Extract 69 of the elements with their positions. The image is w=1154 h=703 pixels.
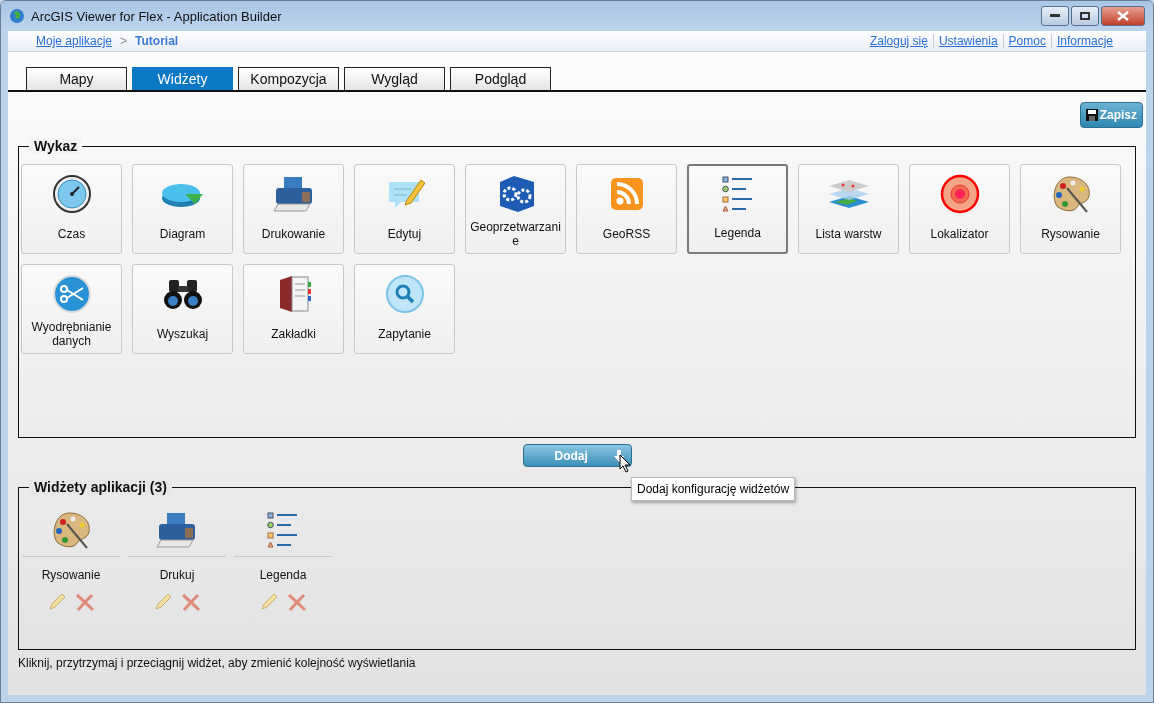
target-icon [939, 174, 980, 214]
tab[interactable]: Widżety [132, 67, 233, 90]
breadcrumb-link[interactable]: Moje aplikacje [36, 34, 113, 48]
widget-label: Lokalizator [930, 226, 989, 241]
widget-label: Wyszukaj [156, 326, 209, 341]
widget-label: Zakładki [271, 326, 316, 341]
widget-tile[interactable]: Lista warstw [798, 164, 899, 254]
legend-list-icon [267, 510, 299, 550]
widget-tile[interactable]: Diagram [132, 164, 233, 254]
widget-label: Rysowanie [1041, 226, 1100, 241]
widget-tile[interactable]: Wyszukaj [132, 264, 233, 354]
widget-label: Legenda [714, 226, 761, 240]
mouse-cursor-icon [619, 454, 631, 473]
minimize-icon [1050, 14, 1060, 18]
widget-label: Legenda [259, 568, 307, 582]
delete-icon[interactable] [181, 592, 201, 612]
widget-tile[interactable]: Legenda [687, 164, 788, 254]
widget-tile[interactable]: Zapytanie [354, 264, 455, 354]
header-link[interactable]: Pomoc [1002, 34, 1051, 48]
header-link[interactable]: Zaloguj się [864, 34, 933, 48]
hint-text: Kliknij, przytrzymaj i przeciągnij widżet, aby zmienić kolejność wyświetlania [18, 656, 417, 670]
widget-label: GeoRSS [602, 226, 651, 241]
pencil-icon[interactable] [47, 592, 67, 612]
tab[interactable]: Kompozycja [238, 67, 339, 90]
widget-label: Czas [57, 226, 86, 241]
widget-label: Drukowanie [261, 226, 326, 241]
widget-label: Lista warstw [815, 226, 882, 241]
widget-tile[interactable]: Drukowanie [243, 164, 344, 254]
legend-list-icon [721, 174, 754, 214]
delete-icon[interactable] [75, 592, 95, 612]
section-title: Widżety aplikacji (3) [29, 479, 172, 495]
widget-tile[interactable]: Czas [21, 164, 122, 254]
close-button[interactable] [1101, 6, 1145, 26]
tab[interactable]: Mapy [26, 67, 127, 90]
widget-tile[interactable]: Zakładki [243, 264, 344, 354]
tab[interactable]: Wygląd [344, 67, 445, 90]
widget-label: Zapytanie [378, 326, 431, 341]
header-link[interactable]: Informacje [1050, 34, 1118, 48]
section-title: Wykaz [29, 138, 83, 154]
widget-label: Geoprzetwarzanie [469, 219, 562, 248]
close-icon [1117, 11, 1129, 21]
widget-label: Rysowanie [41, 568, 101, 582]
widget-tile[interactable]: Edytuj [354, 164, 455, 254]
globe-icon [9, 8, 25, 24]
pencil-icon[interactable] [153, 592, 173, 612]
clock-icon [51, 174, 92, 214]
rss-icon [608, 176, 645, 212]
breadcrumb-separator: > [120, 34, 128, 48]
widget-tile[interactable]: Geoprzetwarzanie [465, 164, 566, 254]
widget-tile[interactable]: Rysowanie [1020, 164, 1121, 254]
window-title: ArcGIS Viewer for Flex - Application Builder [31, 8, 283, 24]
scissors-icon [51, 274, 92, 314]
pencil-icon[interactable] [259, 592, 279, 612]
widget-label: Drukuj [159, 568, 195, 582]
widget-label: Wyodrębnianie danych [30, 319, 113, 348]
maximize-button[interactable] [1071, 6, 1099, 26]
widget-tile[interactable]: Wyodrębnianie danych [21, 264, 122, 354]
minimize-button[interactable] [1041, 6, 1069, 26]
widget-label: Diagram [159, 226, 206, 241]
widget-tile[interactable]: Lokalizator [909, 164, 1010, 254]
tooltip: Dodaj konfigurację widżetów [631, 477, 796, 501]
widget-label: Edytuj [387, 226, 422, 241]
breadcrumb-current: Tutorial [135, 34, 179, 48]
search-icon [384, 274, 425, 314]
widget-tile[interactable]: GeoRSS [576, 164, 677, 254]
delete-icon[interactable] [287, 592, 307, 612]
header-link[interactable]: Ustawienia [932, 34, 1003, 48]
tab[interactable]: Podgląd [450, 67, 551, 90]
maximize-icon [1080, 12, 1090, 20]
